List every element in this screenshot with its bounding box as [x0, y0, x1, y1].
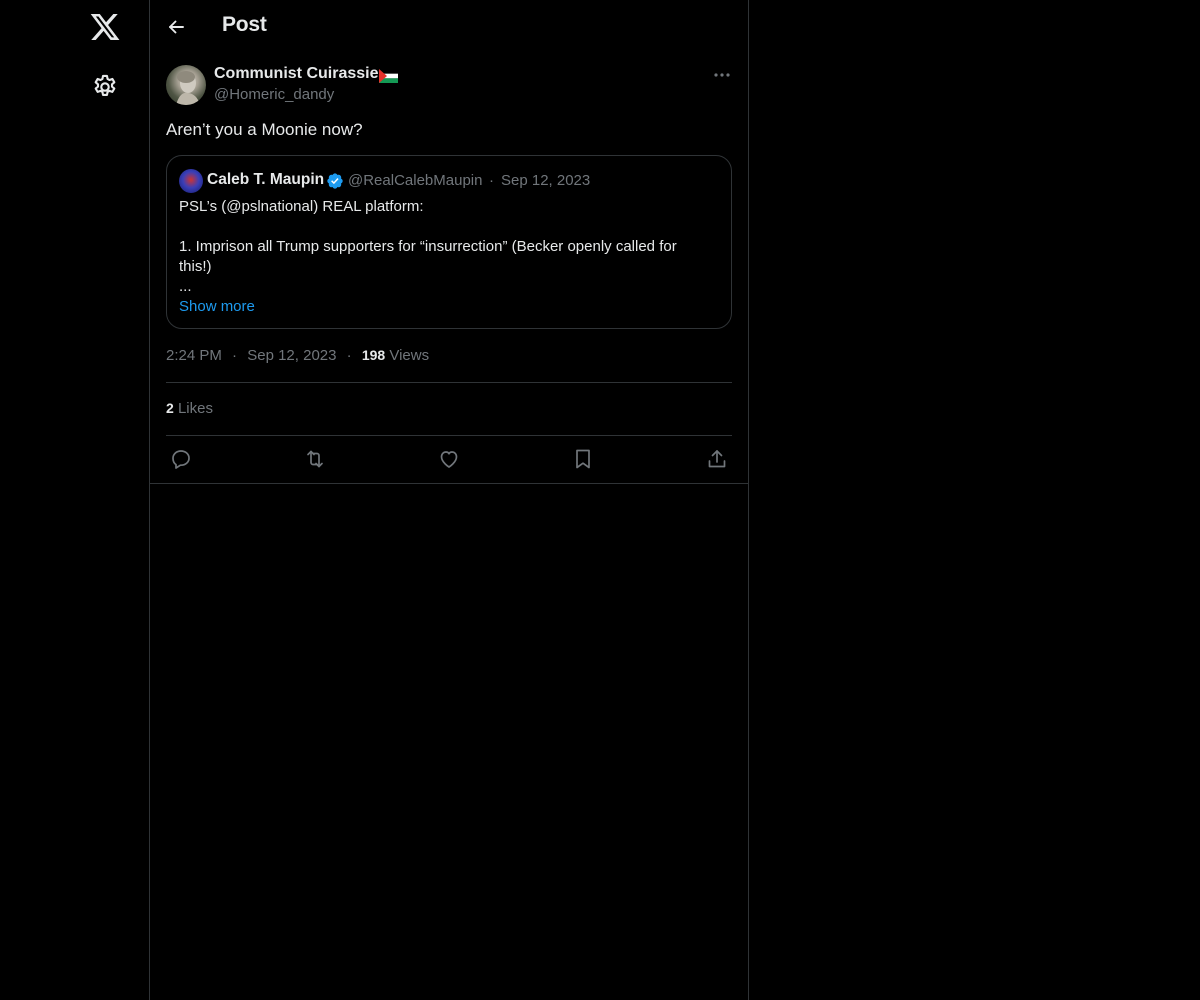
reply-icon[interactable] — [169, 447, 193, 471]
divider — [166, 382, 732, 383]
separator-dot: · — [346, 347, 352, 364]
bookmark-icon[interactable] — [571, 447, 595, 471]
post-text: Aren’t you a Moonie now? — [166, 120, 363, 139]
app: Post Communist Cuirassier @Homeric_dandy — [0, 0, 1200, 1000]
author-handle[interactable]: @Homeric_dandy — [214, 86, 334, 103]
post-metadata: 2:24 PM · Sep 12, 2023 · 198 Views — [166, 347, 429, 364]
x-logo-icon[interactable] — [89, 11, 121, 43]
author-name[interactable]: Communist Cuirassier — [214, 65, 385, 83]
verified-badge-icon — [326, 172, 344, 190]
views-count: 198 — [361, 347, 386, 363]
likes-summary[interactable]: 2 Likes — [166, 400, 213, 417]
like-icon[interactable] — [437, 447, 461, 471]
quoted-post[interactable]: Caleb T. Maupin @RealCalebMaupin · Sep 1… — [166, 155, 732, 329]
arrow-left-icon[interactable] — [164, 15, 188, 39]
flag-icon — [379, 69, 398, 83]
likes-count: 2 — [166, 400, 174, 416]
post-detail-column: Post Communist Cuirassier @Homeric_dandy — [150, 0, 749, 1000]
quoted-post-date: Sep 12, 2023 — [501, 172, 591, 189]
separator-dot: · — [232, 347, 238, 364]
more-options-icon[interactable] — [710, 64, 734, 86]
page-header: Post — [150, 0, 748, 54]
quoted-author-handle: @RealCalebMaupin — [348, 172, 483, 189]
quoted-text-line: this!) — [179, 258, 212, 275]
quoted-author-avatar — [179, 169, 203, 193]
show-more-link[interactable]: Show more — [179, 298, 255, 315]
repost-icon[interactable] — [303, 447, 327, 471]
separator-dot: · — [489, 172, 494, 189]
quoted-author-name: Caleb T. Maupin — [207, 171, 325, 188]
page-title: Post — [222, 13, 267, 36]
gear-icon[interactable] — [91, 73, 119, 101]
likes-label: Likes — [177, 400, 213, 417]
author-avatar[interactable] — [166, 65, 206, 105]
views-label: Views — [389, 347, 430, 364]
quoted-text-line: 1. Imprison all Trump supporters for “in… — [179, 238, 677, 255]
post-time[interactable]: 2:24 PM — [166, 347, 222, 364]
share-icon[interactable] — [705, 447, 729, 471]
divider — [150, 483, 748, 484]
divider — [166, 435, 732, 436]
quoted-text-line: ... — [179, 278, 192, 295]
post-date[interactable]: Sep 12, 2023 — [247, 347, 336, 364]
quoted-text-line: PSL’s (@pslnational) REAL platform: — [179, 198, 424, 215]
left-nav — [0, 0, 150, 1000]
